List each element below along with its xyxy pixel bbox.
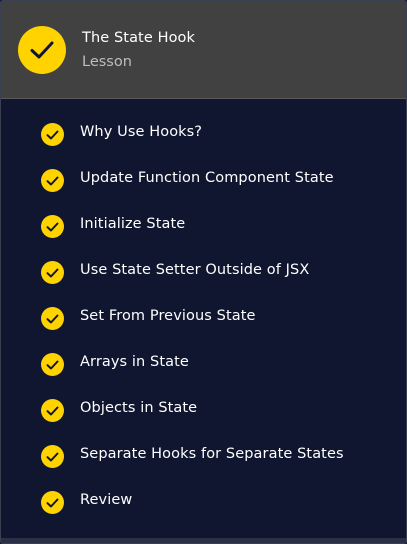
lesson-item[interactable]: Use State Setter Outside of JSX: [1, 249, 406, 295]
lesson-item[interactable]: Review: [1, 479, 406, 525]
check-icon: [41, 261, 64, 284]
lesson-item-label: Objects in State: [80, 400, 198, 416]
lesson-item[interactable]: Set From Previous State: [1, 295, 406, 341]
check-icon: [41, 169, 64, 192]
lesson-item-label: Use State Setter Outside of JSX: [80, 262, 310, 278]
lesson-type: Lesson: [82, 54, 132, 70]
lesson-item[interactable]: Update Function Component State: [1, 157, 406, 203]
lesson-item[interactable]: Why Use Hooks?: [1, 111, 406, 157]
lesson-item-label: Update Function Component State: [80, 170, 334, 186]
check-icon: [41, 215, 64, 238]
lesson-header[interactable]: The State Hook Lesson: [1, 1, 406, 99]
lesson-item[interactable]: Initialize State: [1, 203, 406, 249]
lesson-item[interactable]: Objects in State: [1, 387, 406, 433]
check-icon: [41, 123, 64, 146]
lesson-item-label: Why Use Hooks?: [80, 124, 203, 140]
check-icon: [41, 491, 64, 514]
check-icon: [41, 307, 64, 330]
check-icon: [41, 399, 64, 422]
check-icon: [41, 445, 64, 468]
lesson-item[interactable]: Arrays in State: [1, 341, 406, 387]
lesson-item[interactable]: Separate Hooks for Separate States: [1, 433, 406, 479]
lesson-item-label: Set From Previous State: [80, 308, 256, 324]
lesson-title: The State Hook: [82, 30, 196, 46]
check-icon: [41, 353, 64, 376]
lesson-item-label: Initialize State: [80, 216, 186, 232]
check-icon: [18, 26, 66, 74]
panel-bottom-divider: [1, 538, 406, 543]
lesson-item-label: Arrays in State: [80, 354, 189, 370]
lesson-item-list: Why Use Hooks? Update Function Component…: [1, 111, 406, 525]
lesson-item-label: Review: [80, 492, 133, 508]
lesson-panel: The State Hook Lesson Why Use Hooks? Upd…: [0, 0, 407, 544]
lesson-item-label: Separate Hooks for Separate States: [80, 446, 344, 462]
